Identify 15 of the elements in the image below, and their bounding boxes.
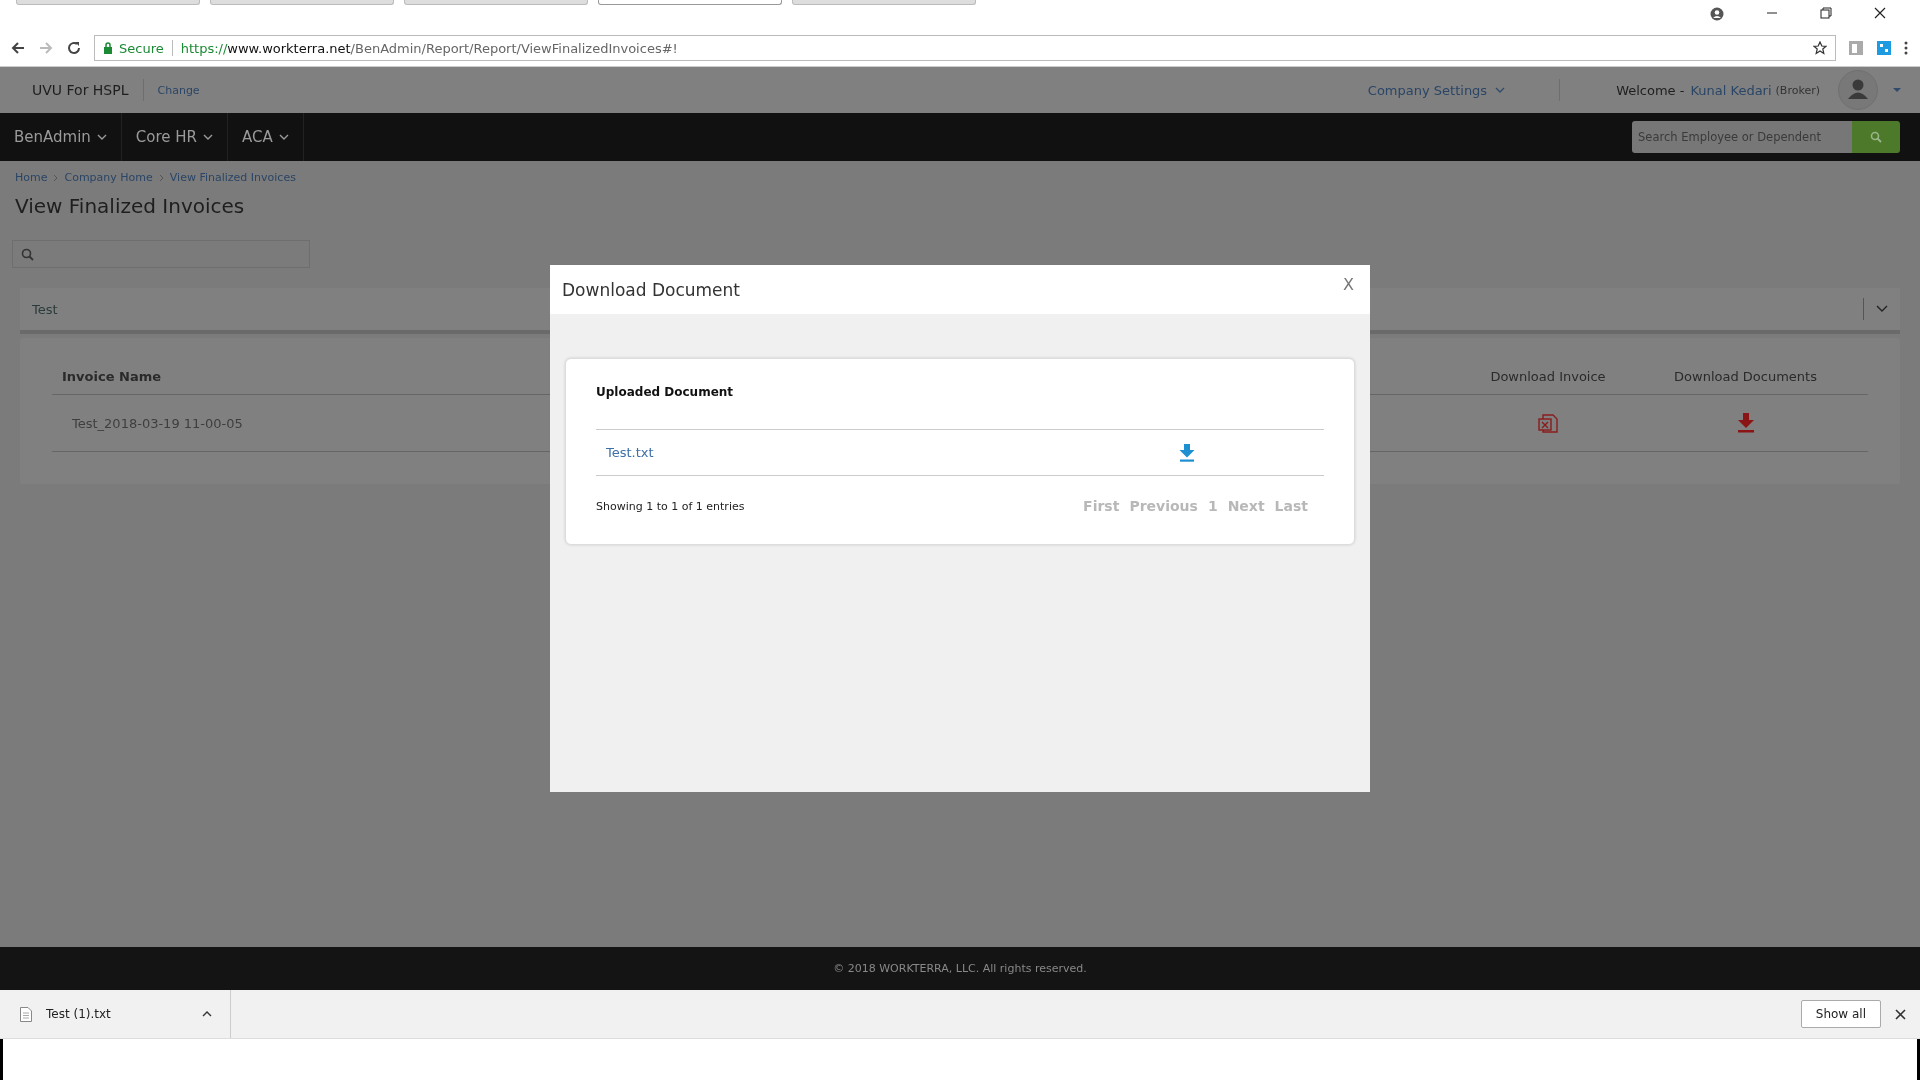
column-header: Invoice Name <box>61 368 163 384</box>
user-role: (Broker) <box>1775 83 1820 97</box>
secure-label: Secure <box>119 40 164 56</box>
modal-title: Download Document <box>562 279 740 300</box>
table-cell-text: Test_2018-03-19 11-00-05 <box>71 415 244 431</box>
section-title: Uploaded Document <box>596 385 735 399</box>
column-header: Download Documents <box>1673 368 1818 384</box>
copyright-text: © 2018 WORKTERRA, LLC. All rights reserved. <box>833 962 1087 975</box>
page-title: View Finalized Invoices <box>15 194 246 218</box>
entries-info: Showing 1 to 1 of 1 entries <box>596 499 745 513</box>
panel-title: Test <box>32 301 58 317</box>
column-header: Download Invoice <box>1489 368 1607 384</box>
welcome-label: Welcome - <box>1616 82 1685 98</box>
address-url: https://www.workterra.net/BenAdmin/Report/Report/ViewFinalizedInvoices#! <box>180 40 678 56</box>
company-name: UVU For HSPL <box>32 82 129 98</box>
